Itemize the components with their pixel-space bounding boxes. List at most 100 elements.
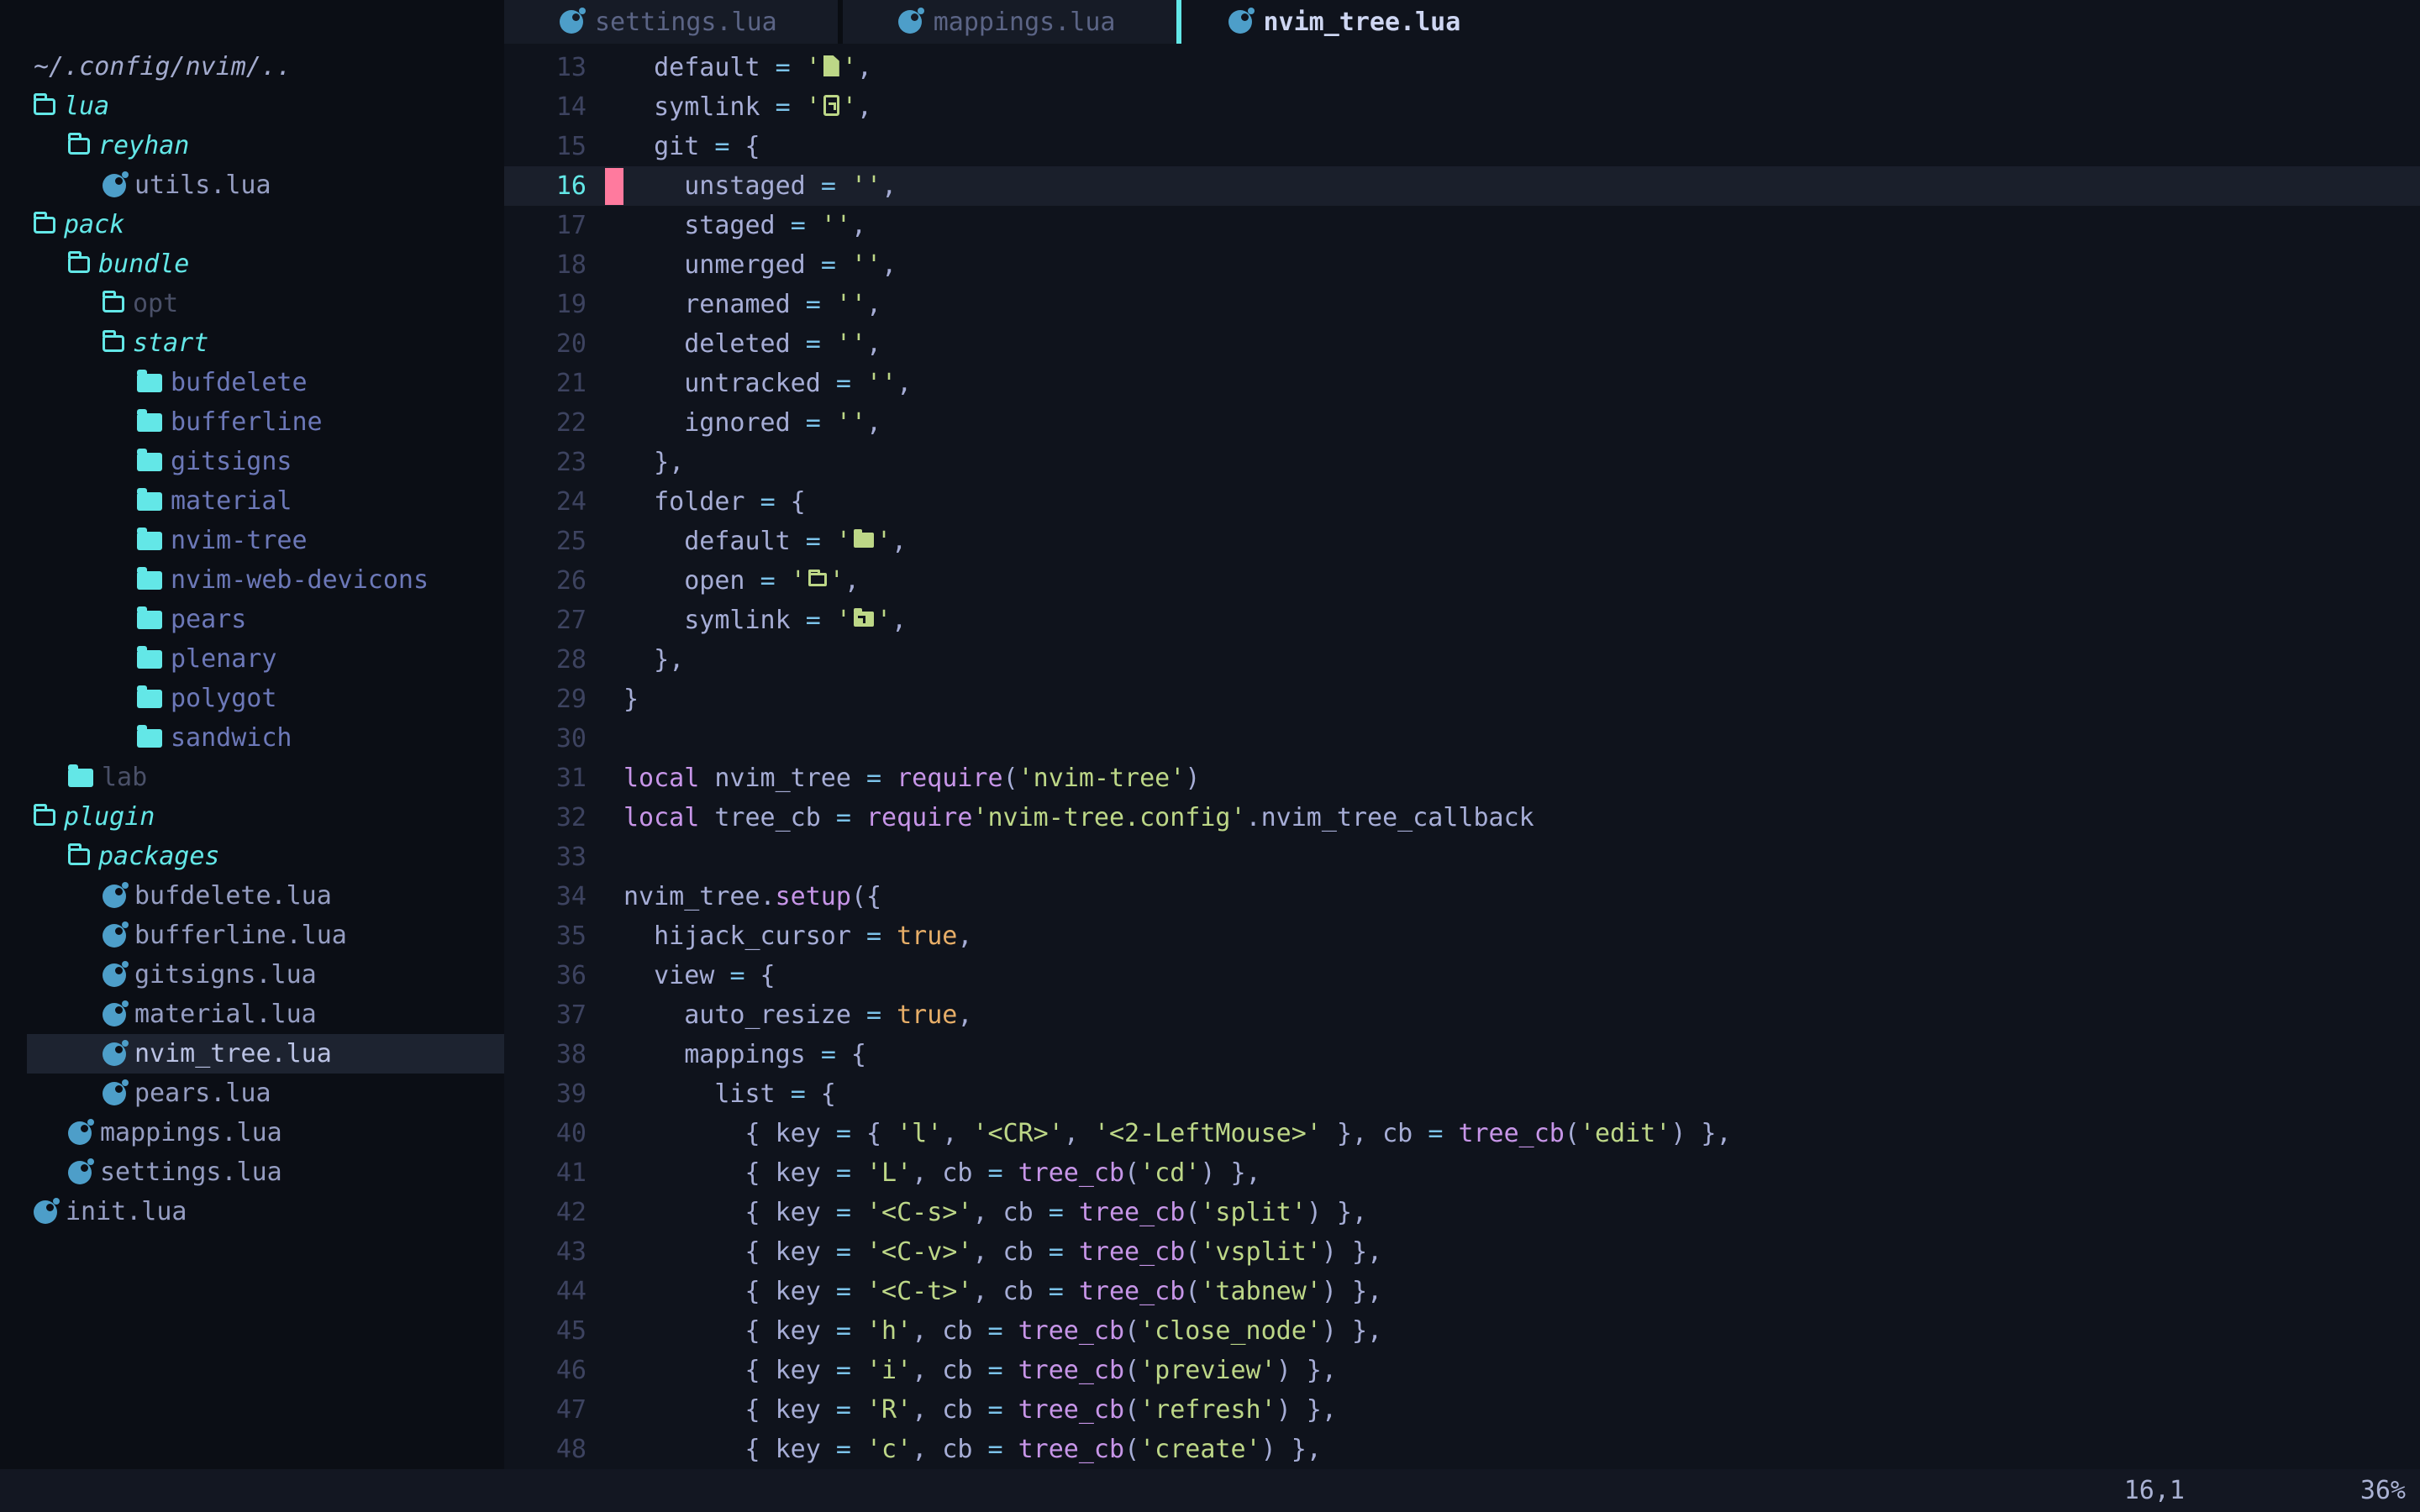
tree-item-start[interactable]: start bbox=[0, 323, 504, 363]
code-line-27[interactable]: 27 symlink = '', bbox=[504, 601, 2420, 640]
tree-item-settings.lua[interactable]: settings.lua bbox=[0, 1152, 504, 1192]
tree-item-gitsigns[interactable]: gitsigns bbox=[0, 442, 504, 481]
code-line-40[interactable]: 40 { key = { 'l', '<CR>', '<2-LeftMouse>… bbox=[504, 1114, 2420, 1153]
tree-item-gitsigns.lua[interactable]: gitsigns.lua bbox=[0, 955, 504, 995]
code-line-33[interactable]: 33 bbox=[504, 837, 2420, 877]
tree-item-bufdelete[interactable]: bufdelete bbox=[0, 363, 504, 402]
code-line-41[interactable]: 41 { key = 'L', cb = tree_cb('cd') }, bbox=[504, 1153, 2420, 1193]
sign-column bbox=[605, 1076, 623, 1113]
tree-item-~/.config/nvim/..[interactable]: ~/.config/nvim/.. bbox=[0, 47, 504, 87]
folder-symlink-icon bbox=[854, 612, 874, 627]
line-number: 42 bbox=[504, 1198, 605, 1227]
tree-item-init.lua[interactable]: init.lua bbox=[0, 1192, 504, 1231]
tree-item-nvim_tree.lua[interactable]: nvim_tree.lua bbox=[0, 1034, 504, 1074]
code-area[interactable]: 13 default = '',14 symlink = '',15 git =… bbox=[504, 48, 2420, 1469]
code-text: open = '', bbox=[623, 566, 860, 596]
sign-column bbox=[605, 1234, 623, 1271]
folder-closed-icon bbox=[137, 374, 162, 392]
code-line-38[interactable]: 38 mappings = { bbox=[504, 1035, 2420, 1074]
folder-closed-icon bbox=[137, 611, 162, 629]
tree-item-sandwich[interactable]: sandwich bbox=[0, 718, 504, 758]
tree-item-material[interactable]: material bbox=[0, 481, 504, 521]
code-line-42[interactable]: 42 { key = '<C-s>', cb = tree_cb('split'… bbox=[504, 1193, 2420, 1232]
line-number: 32 bbox=[504, 803, 605, 832]
tree-item-plugin[interactable]: plugin bbox=[0, 797, 504, 837]
tree-item-lab[interactable]: lab bbox=[0, 758, 504, 797]
code-line-25[interactable]: 25 default = '', bbox=[504, 522, 2420, 561]
line-number: 40 bbox=[504, 1119, 605, 1148]
code-line-30[interactable]: 30 bbox=[504, 719, 2420, 759]
code-line-32[interactable]: 32local tree_cb = require'nvim-tree.conf… bbox=[504, 798, 2420, 837]
code-line-16[interactable]: 16 unstaged = '', bbox=[504, 166, 2420, 206]
code-line-39[interactable]: 39 list = { bbox=[504, 1074, 2420, 1114]
tree-item-plenary[interactable]: plenary bbox=[0, 639, 504, 679]
lua-file-icon bbox=[103, 174, 126, 197]
code-line-28[interactable]: 28 }, bbox=[504, 640, 2420, 680]
code-line-36[interactable]: 36 view = { bbox=[504, 956, 2420, 995]
tree-item-pack[interactable]: pack bbox=[0, 205, 504, 244]
tree-item-label: mappings.lua bbox=[100, 1118, 282, 1147]
tree-item-material.lua[interactable]: material.lua bbox=[0, 995, 504, 1034]
code-line-20[interactable]: 20 deleted = '', bbox=[504, 324, 2420, 364]
cursor-position: 16,1 bbox=[2124, 1469, 2185, 1512]
code-line-29[interactable]: 29} bbox=[504, 680, 2420, 719]
code-text: unmerged = '', bbox=[623, 250, 897, 280]
code-line-14[interactable]: 14 symlink = '', bbox=[504, 87, 2420, 127]
nvim-window: ~/.config/nvim/..luareyhanutils.luapackb… bbox=[0, 0, 2420, 1512]
tree-item-utils.lua[interactable]: utils.lua bbox=[0, 165, 504, 205]
code-line-35[interactable]: 35 hijack_cursor = true, bbox=[504, 916, 2420, 956]
line-number: 31 bbox=[504, 764, 605, 793]
tab-nvim_tree.lua[interactable]: nvim_tree.lua bbox=[1181, 0, 1522, 44]
tree-item-nvim-web-devicons[interactable]: nvim-web-devicons bbox=[0, 560, 504, 600]
tree-item-bufferline[interactable]: bufferline bbox=[0, 402, 504, 442]
tree-item-polygot[interactable]: polygot bbox=[0, 679, 504, 718]
code-text: unstaged = '', bbox=[623, 171, 897, 201]
tree-item-mappings.lua[interactable]: mappings.lua bbox=[0, 1113, 504, 1152]
sign-column bbox=[605, 1352, 623, 1389]
code-line-44[interactable]: 44 { key = '<C-t>', cb = tree_cb('tabnew… bbox=[504, 1272, 2420, 1311]
lua-file-icon bbox=[1228, 10, 1252, 34]
code-line-22[interactable]: 22 ignored = '', bbox=[504, 403, 2420, 443]
tree-item-bundle[interactable]: bundle bbox=[0, 244, 504, 284]
sign-column bbox=[605, 129, 623, 165]
tree-item-opt[interactable]: opt bbox=[0, 284, 504, 323]
code-line-43[interactable]: 43 { key = '<C-v>', cb = tree_cb('vsplit… bbox=[504, 1232, 2420, 1272]
code-line-47[interactable]: 47 { key = 'R', cb = tree_cb('refresh') … bbox=[504, 1390, 2420, 1430]
tree-item-lua[interactable]: lua bbox=[0, 87, 504, 126]
code-line-21[interactable]: 21 untracked = '', bbox=[504, 364, 2420, 403]
code-line-23[interactable]: 23 }, bbox=[504, 443, 2420, 482]
sign-column bbox=[605, 1155, 623, 1192]
line-number: 15 bbox=[504, 132, 605, 161]
tree-item-bufferline.lua[interactable]: bufferline.lua bbox=[0, 916, 504, 955]
line-number: 24 bbox=[504, 487, 605, 517]
code-line-13[interactable]: 13 default = '', bbox=[504, 48, 2420, 87]
tree-item-reyhan[interactable]: reyhan bbox=[0, 126, 504, 165]
sign-column bbox=[605, 721, 623, 758]
tree-item-label: material bbox=[171, 486, 292, 516]
code-line-45[interactable]: 45 { key = 'h', cb = tree_cb('close_node… bbox=[504, 1311, 2420, 1351]
code-line-48[interactable]: 48 { key = 'c', cb = tree_cb('create') }… bbox=[504, 1430, 2420, 1469]
tree-item-label: nvim_tree.lua bbox=[134, 1039, 332, 1068]
code-line-15[interactable]: 15 git = { bbox=[504, 127, 2420, 166]
code-line-31[interactable]: 31local nvim_tree = require('nvim-tree') bbox=[504, 759, 2420, 798]
code-line-19[interactable]: 19 renamed = '', bbox=[504, 285, 2420, 324]
code-line-17[interactable]: 17 staged = '', bbox=[504, 206, 2420, 245]
code-line-26[interactable]: 26 open = '', bbox=[504, 561, 2420, 601]
tab-mappings.lua[interactable]: mappings.lua bbox=[843, 0, 1176, 44]
tab-label: settings.lua bbox=[595, 8, 777, 37]
tree-item-label: init.lua bbox=[66, 1197, 187, 1226]
tree-item-nvim-tree[interactable]: nvim-tree bbox=[0, 521, 504, 560]
code-line-24[interactable]: 24 folder = { bbox=[504, 482, 2420, 522]
code-line-37[interactable]: 37 auto_resize = true, bbox=[504, 995, 2420, 1035]
code-line-18[interactable]: 18 unmerged = '', bbox=[504, 245, 2420, 285]
tab-settings.lua[interactable]: settings.lua bbox=[504, 0, 838, 44]
code-line-34[interactable]: 34nvim_tree.setup({ bbox=[504, 877, 2420, 916]
sign-column bbox=[605, 760, 623, 797]
code-line-46[interactable]: 46 { key = 'i', cb = tree_cb('preview') … bbox=[504, 1351, 2420, 1390]
tree-item-pears.lua[interactable]: pears.lua bbox=[0, 1074, 504, 1113]
tree-item-packages[interactable]: packages bbox=[0, 837, 504, 876]
tree-item-bufdelete.lua[interactable]: bufdelete.lua bbox=[0, 876, 504, 916]
sign-column bbox=[605, 1116, 623, 1152]
tree-item-pears[interactable]: pears bbox=[0, 600, 504, 639]
folder-closed-icon bbox=[137, 729, 162, 748]
